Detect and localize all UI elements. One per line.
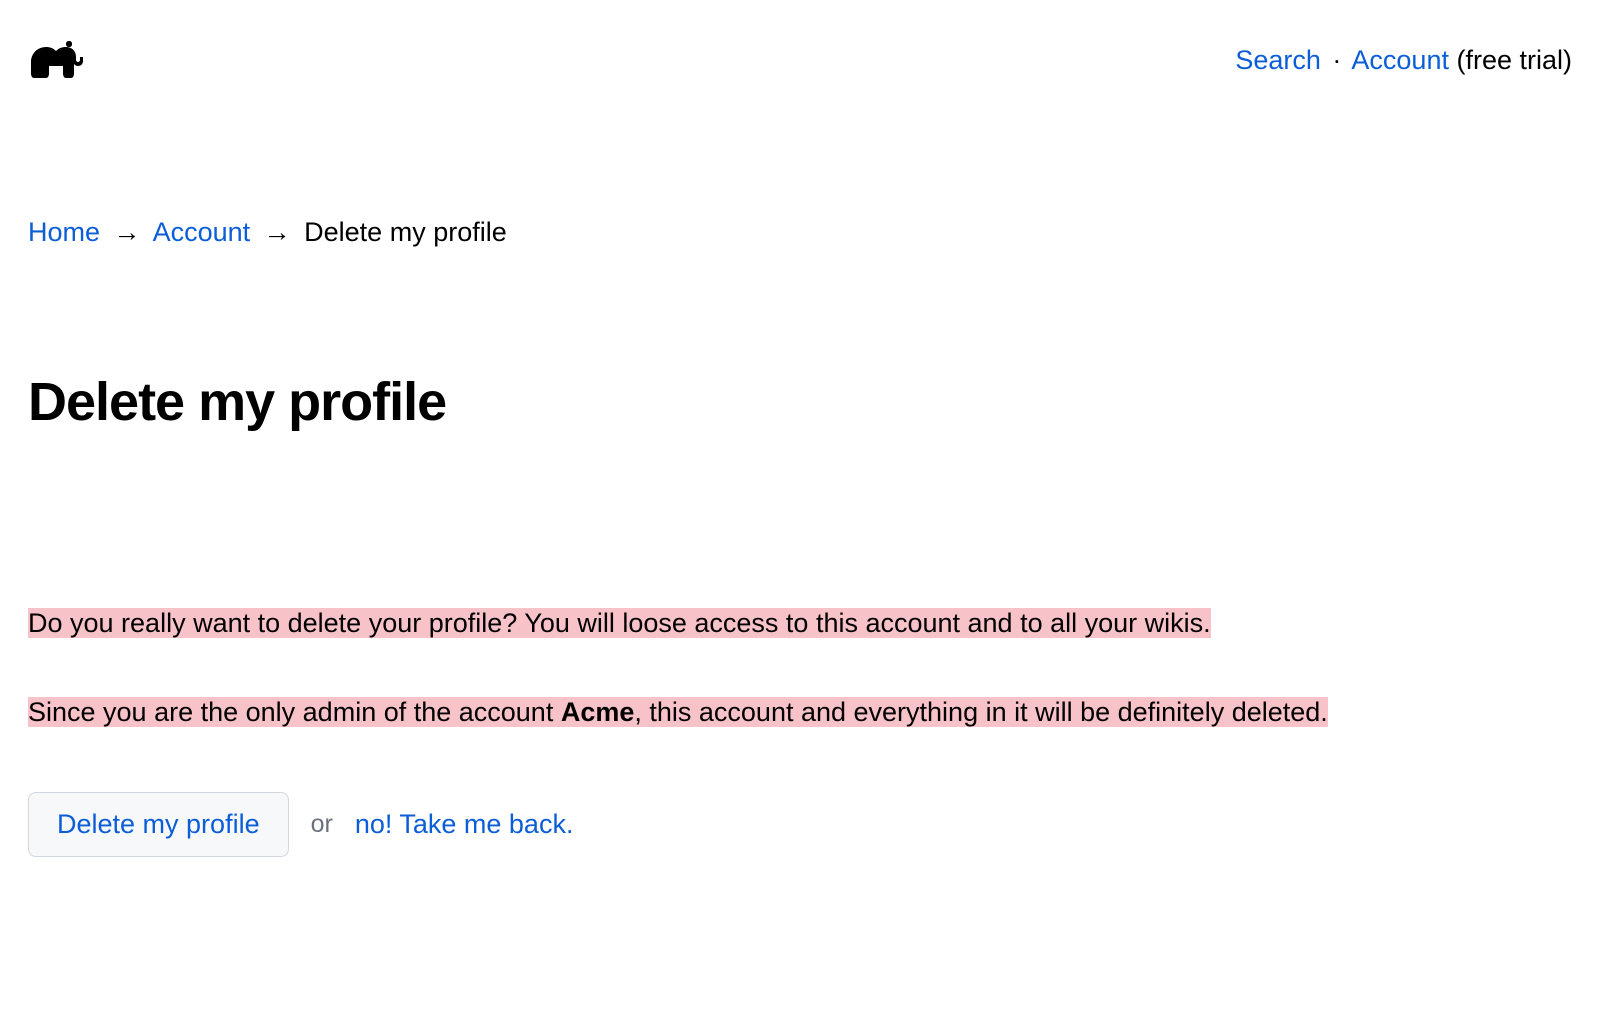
search-link[interactable]: Search [1235,45,1321,75]
header-nav: Search · Account (free trial) [1235,40,1572,81]
warning-paragraph-2: Since you are the only admin of the acco… [28,692,1572,733]
page-title: Delete my profile [28,362,1572,443]
delete-profile-button[interactable]: Delete my profile [28,792,289,857]
warning-paragraph-1: Do you really want to delete your profil… [28,603,1572,644]
warning-text-2: Since you are the only admin of the acco… [28,697,1328,727]
breadcrumb: Home → Account → Delete my profile [28,212,1572,253]
account-name: Acme [561,697,635,727]
take-me-back-link[interactable]: no! Take me back. [355,804,574,845]
logo-link[interactable] [28,40,86,92]
actions-row: Delete my profile or no! Take me back. [28,792,1572,857]
arrow-icon: → [264,217,291,247]
or-text: or [311,806,333,844]
warning-text-1: Do you really want to delete your profil… [28,608,1211,638]
trial-label: (free trial) [1456,45,1572,75]
account-link[interactable]: Account [1351,45,1449,75]
breadcrumb-current: Delete my profile [304,217,507,247]
arrow-icon: → [114,217,141,247]
nav-separator: · [1332,45,1341,75]
breadcrumb-home[interactable]: Home [28,217,100,247]
elephant-icon [28,56,86,86]
breadcrumb-account[interactable]: Account [153,217,251,247]
header: Search · Account (free trial) [28,40,1572,92]
